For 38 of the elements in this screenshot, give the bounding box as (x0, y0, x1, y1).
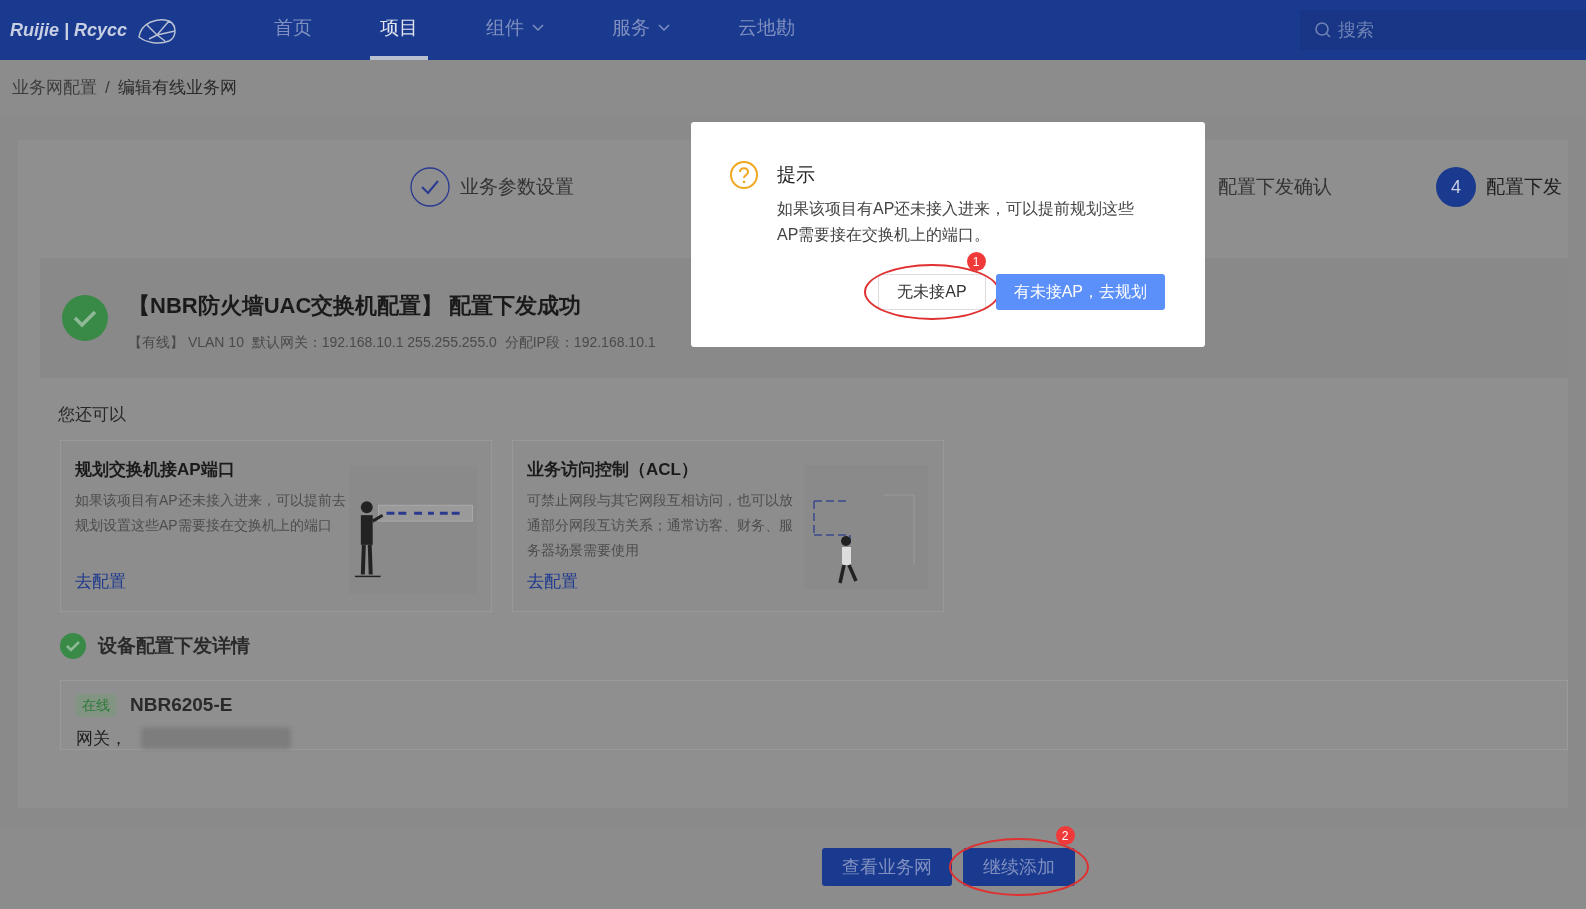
dialog-title: 提示 (777, 162, 815, 187)
success-check-icon (60, 632, 86, 659)
step-label: 配置下发 (1486, 174, 1562, 199)
footer-button[interactable]: 继续添加 (962, 848, 1075, 886)
card-title: 规划交换机接AP端口 (75, 458, 236, 481)
logo[interactable]: Ruijie | Rcycc (10, 16, 128, 44)
configure-link[interactable]: 去配置 (75, 569, 126, 595)
dialog-message: 如果该项目有AP还未接入进来，可以提前规划这些AP需要接在交换机上的端口。 (777, 199, 1136, 245)
configure-link[interactable]: 去配置 (527, 569, 578, 595)
dialog-button[interactable]: 无未接AP (878, 274, 986, 310)
step-label: 业务参数设置 (460, 174, 574, 199)
dialog-button[interactable]: 有未接AP，去规划 (995, 274, 1165, 310)
card-title: 业务访问控制（ACL） (527, 458, 699, 481)
breadcrumb-separator: / (105, 76, 110, 99)
breadcrumb-item: 编辑有线业务网 (117, 76, 237, 99)
result-title: 【NBR防火墙UAC交换机配置】 配置下发成功 (128, 292, 583, 320)
annotation-badge: 2 (1055, 826, 1075, 845)
section-title: 您还可以 (58, 405, 126, 424)
step-number: 4 (1436, 167, 1476, 207)
search-icon (1314, 21, 1332, 39)
device-name: NBR6205-E (130, 693, 233, 717)
nav-tab[interactable]: 云地勘 (728, 0, 805, 60)
annotation-badge: 1 (966, 252, 986, 271)
success-check-icon (62, 295, 108, 341)
status-tag: 在线 (76, 693, 116, 717)
device-role: 网关， (76, 727, 127, 750)
nav-tab[interactable]: 首页 (264, 0, 322, 60)
question-icon (729, 160, 759, 190)
card-description: 可禁止网段与其它网段互相访问，也可以放通部分网段互访关系；通常访客、财务、服务器场景需要使用 (527, 491, 794, 560)
breadcrumb-item[interactable]: 业务网配置 (12, 74, 97, 101)
step-done-check-icon (410, 167, 450, 207)
footer-button[interactable]: 查看业务网 (821, 848, 952, 886)
nav-tab[interactable]: 组件 (476, 0, 554, 60)
result-detail: 【有线】 VLAN 10 默认网关：192.168.10.1 255.255.255.0 分配IP段：192.168.10.1 (128, 333, 656, 352)
nav-tab[interactable]: 服务 (602, 0, 680, 60)
section-title: 设备配置下发详情 (98, 633, 250, 658)
search-field[interactable]: 搜索 (1300, 10, 1586, 50)
step-label: 配置下发确认 (1218, 174, 1332, 199)
